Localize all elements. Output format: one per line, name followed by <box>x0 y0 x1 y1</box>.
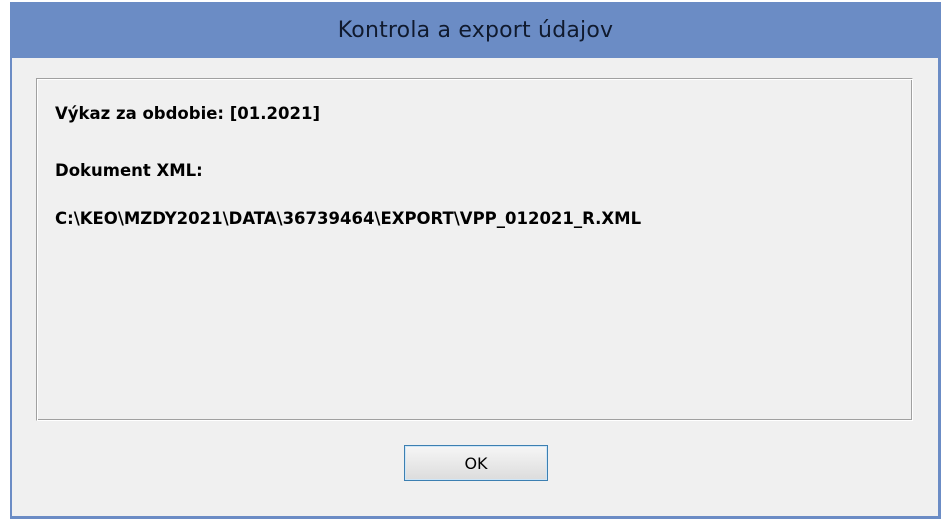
info-panel: Výkaz za obdobie: [01.2021] Dokument XML… <box>36 78 913 421</box>
title-bar[interactable]: Kontrola a export údajov <box>10 2 941 58</box>
ok-button[interactable]: OK <box>404 445 548 481</box>
xml-file-path: C:\KEO\MZDY2021\DATA\36739464\EXPORT\VPP… <box>55 209 642 228</box>
dialog-content: Výkaz za obdobie: [01.2021] Dokument XML… <box>12 58 938 516</box>
period-label: Výkaz za obdobie: [01.2021] <box>55 104 320 123</box>
dialog-window: Kontrola a export údajov Výkaz za obdobi… <box>10 2 941 519</box>
xml-document-label: Dokument XML: <box>55 161 203 180</box>
dialog-title: Kontrola a export údajov <box>337 17 614 43</box>
